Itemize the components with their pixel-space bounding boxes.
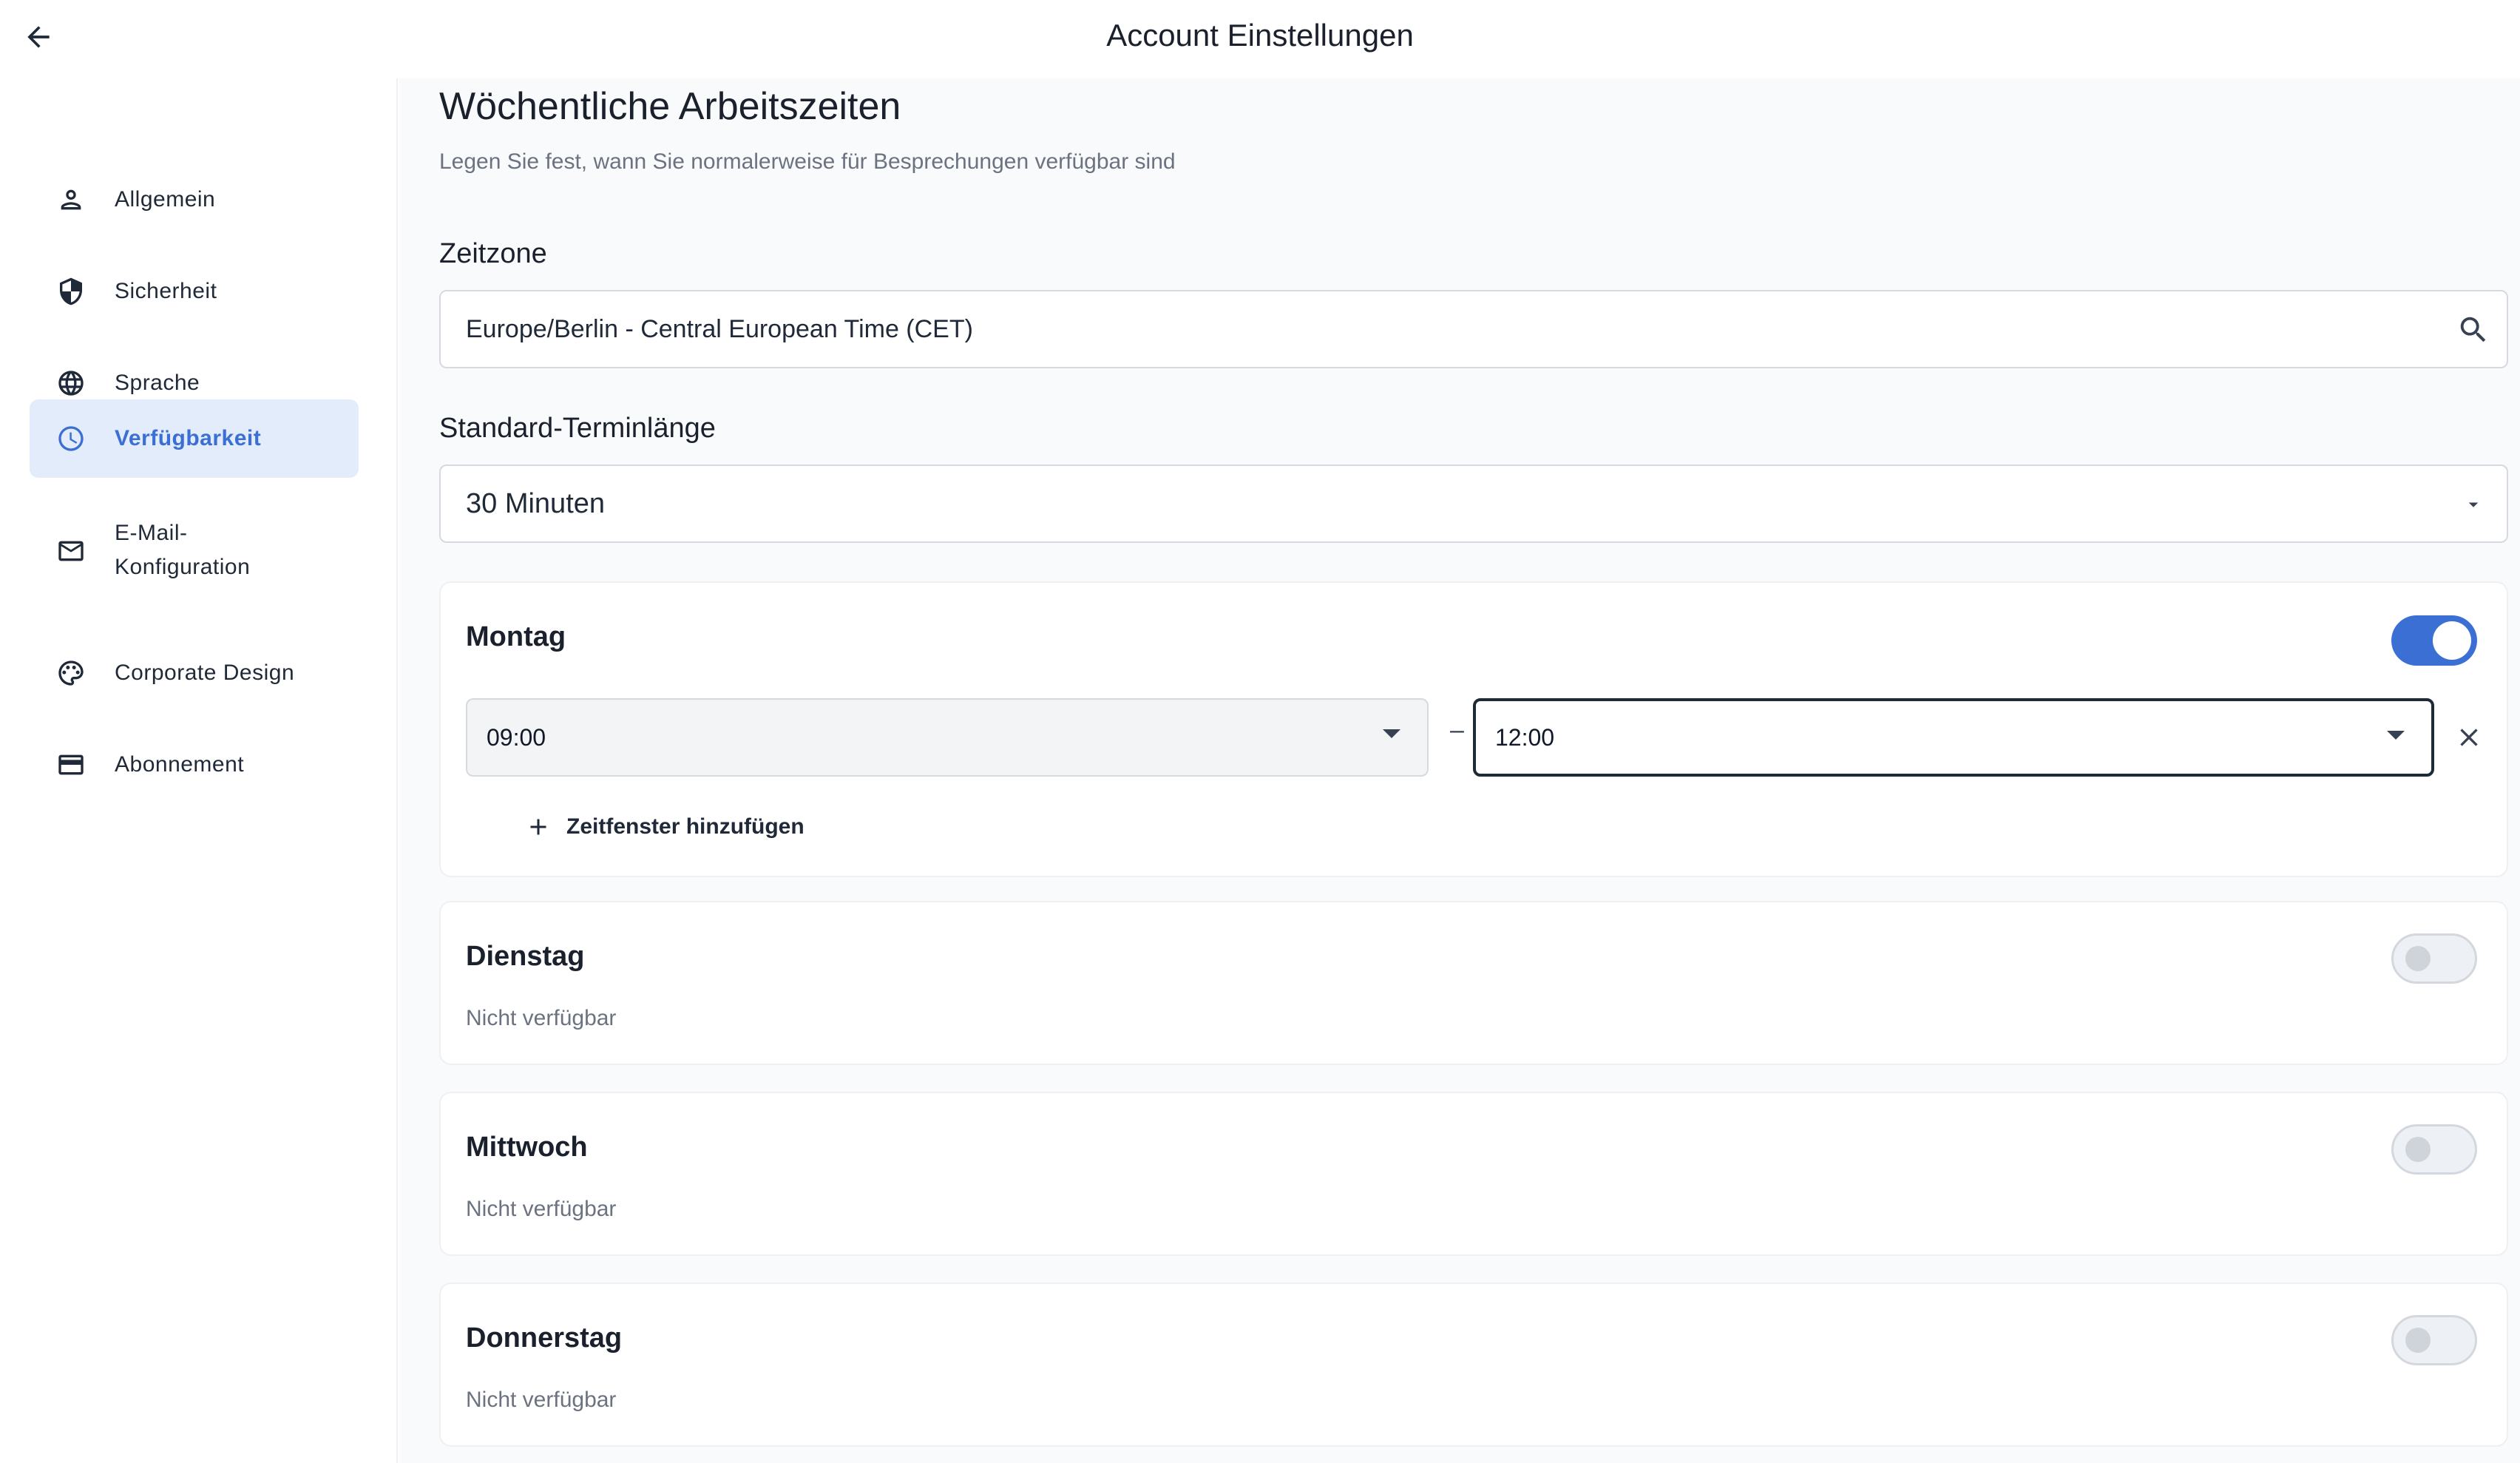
main-content: Wöchentliche Arbeitszeiten Legen Sie fes… [399,78,2520,1463]
remove-slot-button[interactable] [2450,719,2487,756]
caret-down-icon [2455,486,2492,523]
section-subtitle: Legen Sie fest, wann Sie normalerweise f… [439,149,1176,174]
day-name: Donnerstag [466,1322,623,1354]
day-name: Dienstag [466,941,585,972]
duration-label: Standard-Terminlänge [439,413,716,444]
globe-icon [55,367,87,399]
sidebar-item-label: Sicherheit [115,279,217,303]
sidebar-item-label: Verfügbarkeit [115,426,262,450]
day-toggle-donnerstag[interactable] [2391,1315,2477,1365]
day-status: Nicht verfügbar [466,1388,617,1412]
section-title: Wöchentliche Arbeitszeiten [439,85,901,128]
mail-icon [55,535,87,567]
day-name: Montag [466,621,566,652]
sidebar-item-corporate-design[interactable]: Corporate Design [30,638,359,709]
caret-down-icon [1383,729,1400,738]
sidebar-item-sicherheit[interactable]: Sicherheit [30,256,359,327]
sidebar-item-label: E-Mail- Konfiguration [115,521,251,579]
day-status: Nicht verfügbar [466,1197,617,1221]
close-icon [2460,729,2478,746]
sidebar-item-label: Sprache [115,371,200,395]
top-bar: Account Einstellungen [0,0,2520,78]
palette-icon [55,657,87,689]
sidebar-item-label: Corporate Design [115,660,295,685]
add-slot-label: Zeitfenster hinzufügen [566,814,805,839]
page-title: Account Einstellungen [1106,18,1414,53]
sidebar-item-abonnement[interactable]: Abonnement [30,729,359,800]
day-status: Nicht verfügbar [466,1006,617,1030]
toggle-knob [2405,946,2431,971]
clock-icon [55,422,87,455]
shield-icon [55,275,87,308]
credit-card-icon [55,749,87,781]
day-card-mittwoch: Mittwoch Nicht verfügbar [439,1092,2508,1256]
day-card-donnerstag: Donnerstag Nicht verfügbar [439,1283,2508,1447]
toggle-knob [2433,621,2471,660]
day-card-dienstag: Dienstag Nicht verfügbar [439,901,2508,1065]
day-card-montag: Montag 09:00 – 12:00 Zeitfenster hinzufü… [439,581,2508,877]
time-to-select[interactable]: 12:00 [1473,698,2434,777]
day-toggle-mittwoch[interactable] [2391,1124,2477,1175]
time-separator: – [1450,716,1464,744]
time-from-value: 09:00 [487,723,546,751]
caret-down-icon [2387,731,2405,740]
add-slot-button[interactable]: Zeitfenster hinzufügen [524,812,805,842]
timezone-value: Europe/Berlin - Central European Time (C… [466,314,973,343]
timezone-input[interactable]: Europe/Berlin - Central European Time (C… [439,290,2508,368]
timezone-label: Zeitzone [439,238,547,269]
sidebar-item-label: Allgemein [115,187,216,212]
search-icon[interactable] [2455,311,2492,348]
sidebar: Allgemein Sicherheit Sprache Verfügbarke… [0,78,398,1463]
sidebar-item-allgemein[interactable]: Allgemein [30,164,359,235]
plus-icon [524,812,553,842]
sidebar-item-verfuegbarkeit[interactable]: Verfügbarkeit [30,399,359,478]
sidebar-item-label: Abonnement [115,752,245,777]
day-name: Mittwoch [466,1132,588,1163]
toggle-knob [2405,1328,2431,1353]
sidebar-item-email-konfiguration[interactable]: E-Mail- Konfiguration [30,503,359,599]
time-from-select[interactable]: 09:00 [466,698,1429,777]
time-to-value: 12:00 [1495,723,1555,751]
person-icon [55,183,87,216]
duration-select[interactable]: 30 Minuten [439,464,2508,543]
duration-value: 30 Minuten [466,487,606,519]
day-toggle-montag[interactable] [2391,615,2477,666]
day-toggle-dienstag[interactable] [2391,933,2477,984]
toggle-knob [2405,1137,2431,1162]
